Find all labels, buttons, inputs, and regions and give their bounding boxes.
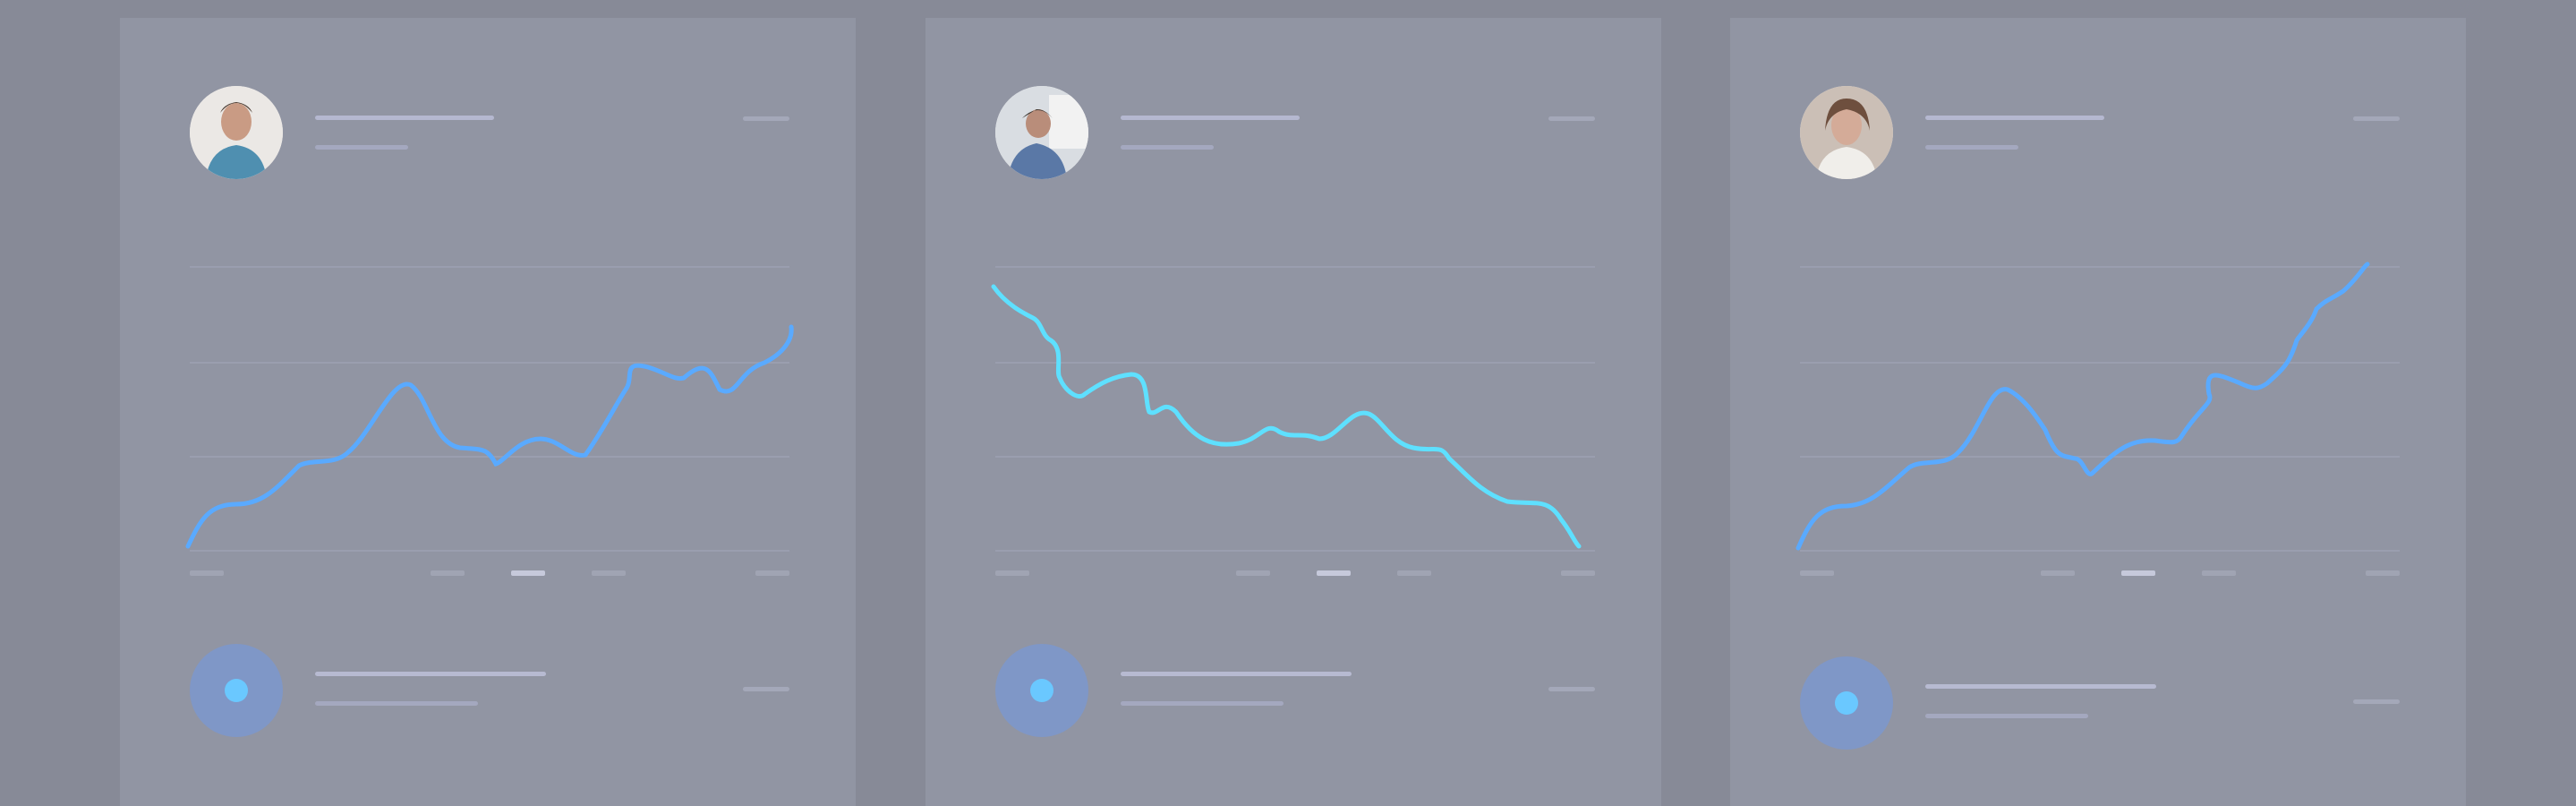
x-axis-tick <box>431 570 465 576</box>
avatar[interactable] <box>1800 86 1893 179</box>
x-axis-tick <box>755 570 789 576</box>
analytics-card-3 <box>1730 18 2466 806</box>
analytics-card-2 <box>925 18 1661 806</box>
trend-chart <box>991 266 1595 552</box>
list-item-title-placeholder <box>1121 672 1352 676</box>
x-axis-tick <box>2202 570 2236 576</box>
card-subtitle-placeholder <box>1925 145 2018 150</box>
x-axis-tick <box>1236 570 1270 576</box>
card-title-placeholder <box>315 116 494 120</box>
list-item-icon[interactable] <box>995 644 1088 737</box>
chart-series-line <box>1796 262 2370 551</box>
trend-chart <box>185 266 794 552</box>
x-axis-tick <box>1800 570 1834 576</box>
x-axis-tick-active[interactable] <box>511 570 545 576</box>
record-dot-icon <box>1030 679 1053 702</box>
trend-chart <box>1796 262 2400 552</box>
avatar[interactable] <box>995 86 1088 179</box>
list-item-subtitle-placeholder <box>1121 701 1284 706</box>
card-title-placeholder <box>1121 116 1300 120</box>
x-axis-tick <box>995 570 1029 576</box>
x-axis-tick <box>2041 570 2075 576</box>
x-axis-tick <box>2366 570 2400 576</box>
record-dot-icon <box>1835 691 1858 715</box>
card-subtitle-placeholder <box>1121 145 1214 150</box>
list-item-meta-placeholder <box>743 687 789 691</box>
x-axis-tick <box>1397 570 1431 576</box>
analytics-card-1 <box>120 18 856 806</box>
card-meta-placeholder <box>743 116 789 121</box>
person-photo-icon <box>995 86 1088 179</box>
card-title-placeholder <box>1925 116 2104 120</box>
chart-series-line <box>185 324 794 549</box>
chart-series-line <box>991 284 1582 549</box>
x-axis-tick <box>190 570 224 576</box>
x-axis-tick <box>592 570 626 576</box>
list-item-icon[interactable] <box>1800 656 1893 750</box>
x-axis-tick-active[interactable] <box>2121 570 2155 576</box>
avatar[interactable] <box>190 86 283 179</box>
x-axis-tick-active[interactable] <box>1317 570 1351 576</box>
person-photo-icon <box>1800 86 1893 179</box>
list-item-subtitle-placeholder <box>1925 714 2088 718</box>
list-item-title-placeholder <box>315 672 546 676</box>
record-dot-icon <box>225 679 248 702</box>
card-meta-placeholder <box>2353 116 2400 121</box>
list-item-meta-placeholder <box>2353 699 2400 704</box>
list-item-subtitle-placeholder <box>315 701 478 706</box>
list-item-icon[interactable] <box>190 644 283 737</box>
person-photo-icon <box>190 86 283 179</box>
x-axis-tick <box>1561 570 1595 576</box>
card-subtitle-placeholder <box>315 145 408 150</box>
card-meta-placeholder <box>1548 116 1595 121</box>
list-item-title-placeholder <box>1925 684 2156 689</box>
list-item-meta-placeholder <box>1548 687 1595 691</box>
